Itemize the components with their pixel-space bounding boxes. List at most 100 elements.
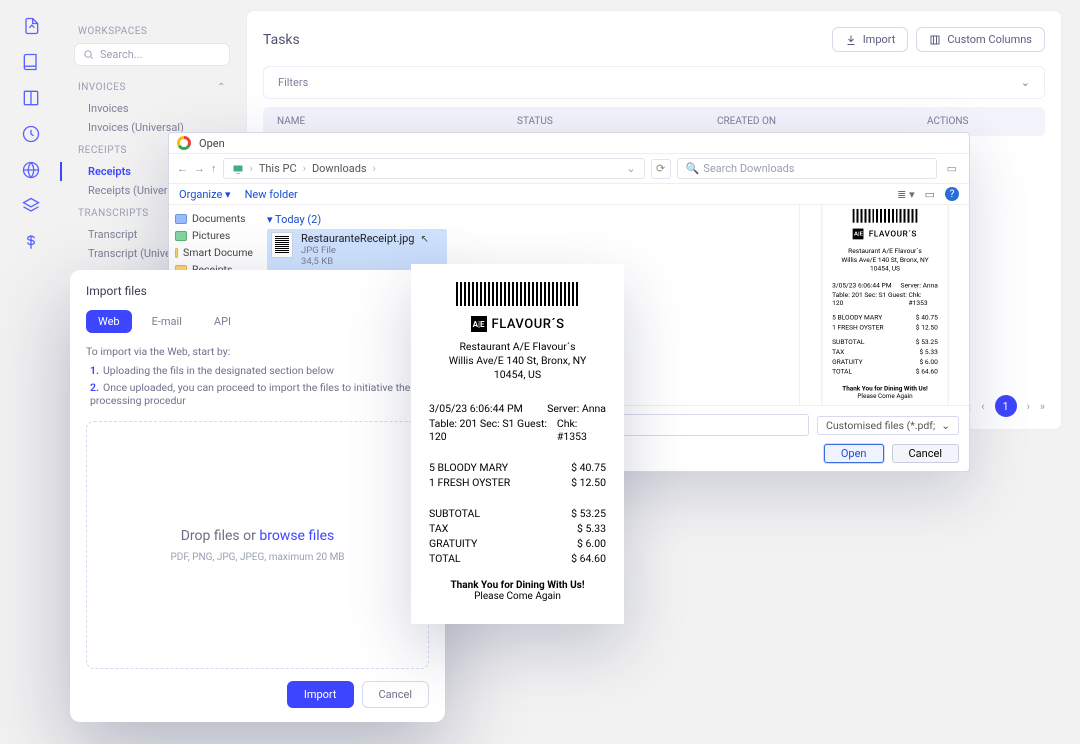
workspace-search[interactable]: Search... (74, 43, 230, 66)
th-created: CREATED ON (717, 116, 927, 127)
nav-forward-icon[interactable]: → (194, 162, 205, 175)
file-type: JPG File (301, 245, 414, 256)
preview-toggle-icon[interactable]: ▭ (925, 188, 935, 201)
import-intro: To import via the Web, start by: (86, 345, 429, 358)
crumb-root[interactable]: This PC (259, 162, 297, 175)
receipt-total: $ 64.60 (560, 552, 606, 565)
tab-api[interactable]: API (202, 310, 243, 333)
file-size: 34,5 KB (301, 256, 414, 267)
next-page-single[interactable]: › (1027, 400, 1030, 413)
receipt-thanks: Thank You for Dining With Us! (429, 580, 606, 591)
brand-name: FLAVOUR´S (868, 229, 916, 239)
receipt-subtotal: $ 53.25 (560, 507, 606, 520)
sidebar-item-invoices[interactable]: Invoices (62, 99, 242, 118)
tree-node[interactable]: Smart Docume (175, 244, 253, 261)
refresh-icon[interactable]: ⟳ (651, 159, 671, 179)
workspaces-header: WORKSPACES (62, 18, 242, 43)
brand-logo: A|E (853, 228, 864, 239)
import-tabs: Web E-mail API (86, 310, 429, 333)
receipt-addr2: 10454, US (429, 368, 606, 382)
next-page[interactable]: » (1040, 400, 1045, 413)
tree-node[interactable]: Documents (175, 210, 253, 227)
barcode (456, 282, 580, 306)
dialog-search[interactable]: 🔍Search Downloads (677, 158, 937, 179)
dropzone-sub: PDF, PNG, JPG, JPEG, maximum 20 MB (170, 552, 344, 563)
clock-icon[interactable] (20, 123, 42, 145)
filters-label: Filters (278, 76, 308, 89)
receipt-check: Chk: #1353 (557, 417, 606, 443)
organize-menu[interactable]: Organize ▾ (179, 188, 231, 201)
icon-rail (0, 0, 62, 440)
receipt-again: Please Come Again (429, 591, 606, 602)
custom-columns-button[interactable]: Custom Columns (916, 27, 1045, 52)
page-title: Tasks (263, 32, 300, 48)
receipt-addr2: 10454, US (832, 265, 938, 274)
dropzone-text: Drop files or browse files (181, 528, 335, 544)
preview-pane: A|EFLAVOUR´S Restaurant A/E Flavour´s Wi… (799, 205, 969, 405)
invoices-header[interactable]: INVOICES⌃ (62, 74, 242, 99)
layers-icon[interactable] (20, 195, 42, 217)
receipt-item-price: $ 40.75 (571, 461, 606, 474)
tree-node[interactable]: Pictures (175, 227, 253, 244)
import-button-label: Import (863, 33, 896, 46)
file-name: RestauranteReceipt.jpg (301, 232, 414, 245)
th-name: NAME (277, 116, 517, 127)
settings-icon[interactable]: ▭ (943, 162, 961, 175)
th-actions: ACTIONS (927, 116, 1031, 127)
brand-name: FLAVOUR´S (492, 317, 565, 332)
breadcrumb[interactable]: › This PC › Downloads › ⌄ (223, 158, 645, 179)
import-panel: Import files Web E-mail API To import vi… (70, 270, 445, 722)
columns-icon[interactable] (20, 87, 42, 109)
receipt-item-price: $ 12.50 (571, 476, 606, 489)
barcode (852, 209, 918, 223)
dialog-titlebar: Open (169, 133, 969, 154)
import-submit-button[interactable]: Import (287, 681, 354, 708)
pager: « ‹ 1 › » (966, 395, 1045, 417)
pc-icon (232, 163, 244, 175)
chevron-down-icon[interactable]: ⌄ (626, 162, 635, 175)
page-current[interactable]: 1 (995, 395, 1017, 417)
receipt-tax-label: TAX (429, 522, 448, 535)
tab-email[interactable]: E-mail (140, 310, 194, 333)
nav-back-icon[interactable]: ← (177, 162, 188, 175)
document-import-icon[interactable] (20, 15, 42, 37)
cancel-button[interactable]: Cancel (892, 444, 959, 463)
group-today[interactable]: Today (2) (267, 210, 791, 229)
browse-files-link[interactable]: browse files (259, 528, 334, 544)
new-folder-button[interactable]: New folder (245, 188, 298, 201)
cursor-icon: ↖ (420, 234, 428, 245)
dollar-icon[interactable] (20, 231, 42, 253)
chevron-down-icon: ⌄ (1021, 76, 1030, 89)
filters-bar[interactable]: Filters ⌄ (263, 66, 1045, 99)
dialog-search-placeholder: Search Downloads (703, 162, 794, 175)
book-icon[interactable] (20, 51, 42, 73)
chevron-up-icon: ⌃ (217, 82, 226, 93)
receipt-gratuity-label: GRATUITY (429, 537, 477, 550)
import-step-1: 1.Uploading the fils in the designated s… (86, 364, 429, 377)
receipt-total-label: TOTAL (429, 552, 461, 565)
tab-web[interactable]: Web (86, 310, 132, 333)
import-cancel-button[interactable]: Cancel (362, 681, 429, 708)
nav-up-icon[interactable]: ↑ (211, 162, 217, 175)
view-mode-icon[interactable]: ≣ ▾ (897, 188, 914, 201)
help-icon[interactable]: ? (945, 187, 959, 201)
th-status: STATUS (517, 116, 717, 127)
dropzone[interactable]: Drop files or browse files PDF, PNG, JPG… (86, 421, 429, 669)
file-thumbnail (271, 232, 293, 258)
receipt-table: Table: 201 Sec: S1 Guest: 120 (429, 417, 557, 443)
chevron-down-icon: ⌄ (941, 419, 950, 432)
receipt-preview-small: A|EFLAVOUR´S Restaurant A/E Flavour´s Wi… (821, 205, 948, 405)
import-title: Import files (86, 284, 429, 298)
crumb-folder[interactable]: Downloads (312, 162, 367, 175)
prev-page-single[interactable]: ‹ (981, 400, 984, 413)
receipt-subtotal-label: SUBTOTAL (429, 507, 480, 520)
receipt-tax: $ 5.33 (560, 522, 606, 535)
receipt-preview-large: A|EFLAVOUR´S Restaurant A/E Flavour´s Wi… (411, 264, 624, 624)
globe-icon[interactable] (20, 159, 42, 181)
open-button[interactable]: Open (824, 444, 884, 463)
import-button[interactable]: Import (832, 27, 909, 52)
dialog-title: Open (199, 137, 225, 150)
file-type-filter[interactable]: Customised files (*.pdf;⌄ (817, 416, 959, 435)
search-placeholder: Search... (100, 48, 143, 61)
receipt-restaurant: Restaurant A/E Flavour´s (429, 340, 606, 354)
